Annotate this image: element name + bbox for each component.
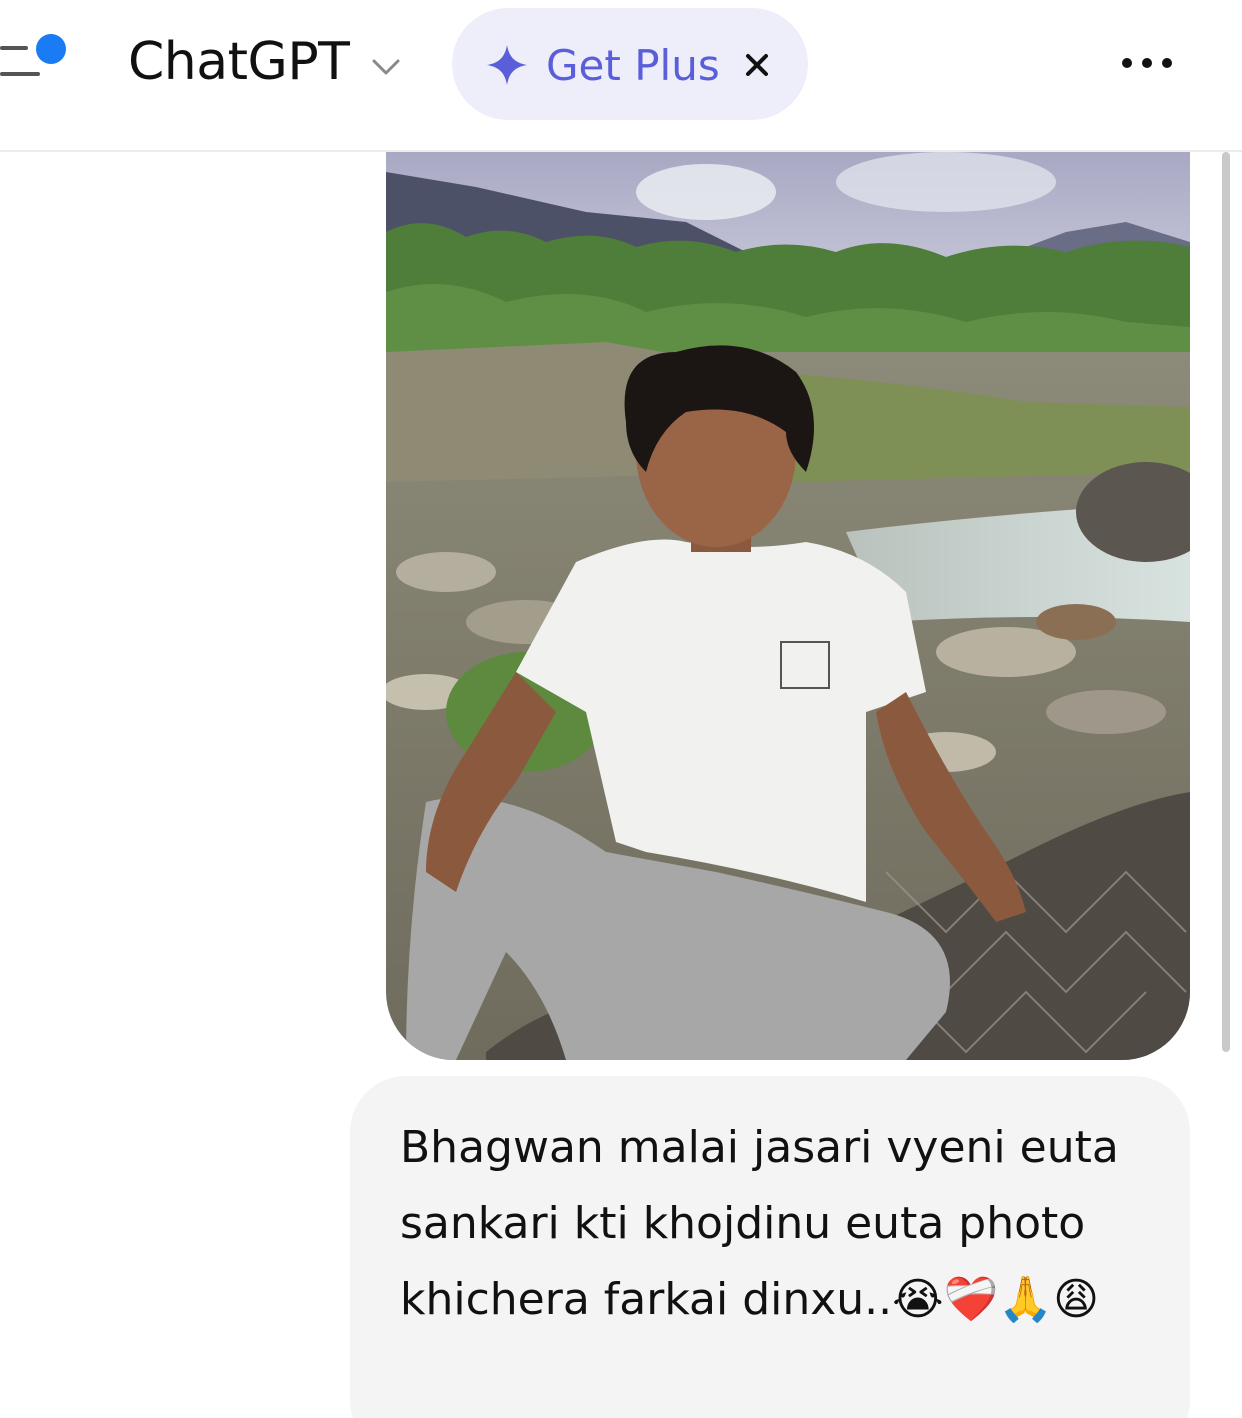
model-selector[interactable]: ChatGPT: [128, 30, 401, 94]
app-title: ChatGPT: [128, 32, 350, 92]
more-dot: [1162, 58, 1172, 68]
user-message-bubble: Bhagwan malai jasari vyeni euta sankari …: [350, 1076, 1190, 1418]
top-bar: ChatGPT Get Plus: [0, 0, 1242, 152]
sidebar-menu-button[interactable]: [0, 28, 80, 88]
scrollbar[interactable]: [1222, 152, 1230, 1052]
close-icon[interactable]: [744, 52, 770, 78]
photo-illustration: [386, 152, 1190, 1060]
user-message-text: Bhagwan malai jasari vyeni euta sankari …: [400, 1122, 1119, 1325]
notification-dot: [36, 34, 66, 64]
uploaded-photo[interactable]: [386, 152, 1190, 1060]
sparkle-icon: [487, 45, 527, 85]
chevron-down-icon: [372, 59, 400, 75]
menu-bar-bottom: [0, 72, 40, 76]
more-options-icon[interactable]: [1122, 54, 1172, 70]
menu-bar-top: [0, 46, 28, 50]
more-dot: [1142, 58, 1152, 68]
chat-screen: ChatGPT Get Plus Bhagwan malai jasari vy…: [0, 0, 1242, 1418]
more-dot: [1122, 58, 1132, 68]
get-plus-button[interactable]: Get Plus: [452, 8, 808, 120]
get-plus-label: Get Plus: [546, 41, 720, 90]
